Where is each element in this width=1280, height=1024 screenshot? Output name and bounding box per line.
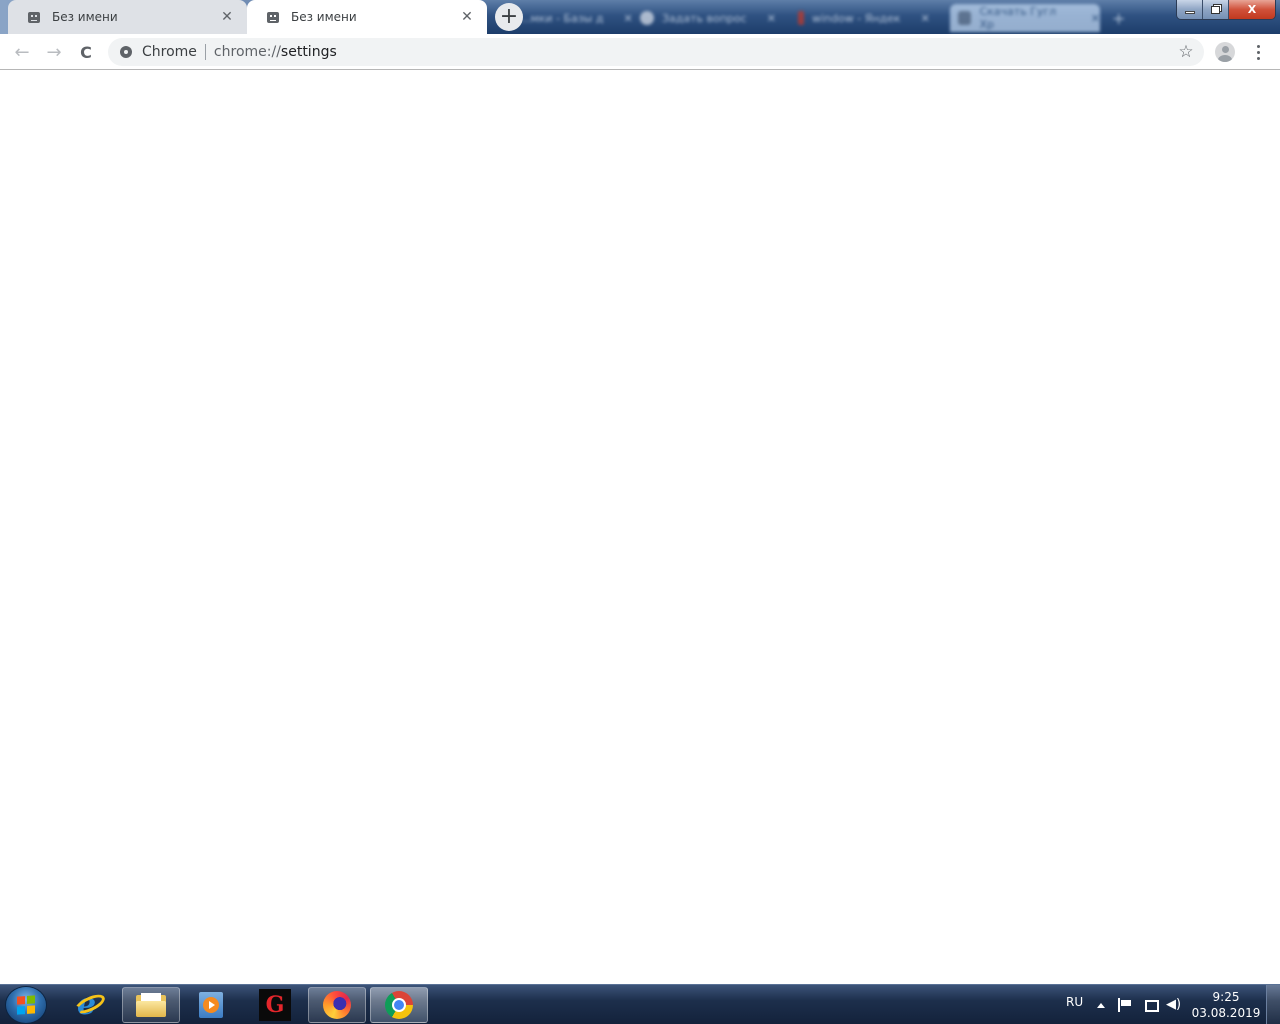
show-hidden-icons-button[interactable]	[1097, 1003, 1105, 1008]
browser-toolbar: ← → C Chrome chrome://settings ☆	[0, 34, 1280, 70]
network-icon[interactable]	[1143, 998, 1159, 1012]
taskbar-app-windows-explorer[interactable]	[122, 987, 180, 1023]
reload-button[interactable]: C	[72, 38, 100, 66]
url-host: settings	[280, 44, 337, 60]
menu-dot	[1256, 44, 1260, 48]
firefox-icon	[323, 991, 351, 1019]
url-scheme: chrome://	[213, 44, 281, 60]
favicon-icon	[640, 11, 654, 25]
close-icon: ✕	[623, 11, 633, 25]
taskbar: e G RU ◀) 9:25 03.08.2019	[0, 984, 1280, 1024]
tab-close-button[interactable]: ✕	[459, 9, 475, 25]
taskbar-app-media-player[interactable]	[182, 987, 240, 1023]
favicon-icon	[958, 11, 972, 25]
start-button[interactable]	[6, 987, 46, 1023]
folder-icon	[136, 993, 166, 1017]
background-window-tab[interactable]: ...мки - Базы д ✕	[520, 4, 633, 32]
tab-close-button[interactable]: ✕	[219, 9, 235, 25]
background-tab-title: window - Яндек	[812, 11, 901, 25]
menu-dot	[1256, 56, 1260, 60]
sad-face-icon	[267, 11, 279, 23]
media-player-icon	[199, 992, 223, 1018]
background-tab-title: Скачать Гугл Хр	[979, 5, 1057, 31]
close-window-button[interactable]: X	[1229, 0, 1275, 19]
tab-active[interactable]: Без имени ✕	[247, 0, 487, 34]
background-new-tab-icon: +	[1112, 8, 1126, 28]
system-clock[interactable]: 9:25 03.08.2019	[1190, 989, 1262, 1021]
volume-icon[interactable]: ◀)	[1166, 997, 1182, 1013]
address-bar[interactable]: Chrome chrome://settings ☆	[108, 38, 1204, 66]
language-indicator[interactable]: RU	[1066, 995, 1083, 1009]
taskbar-app-chrome[interactable]	[370, 987, 428, 1023]
taskbar-app-internet-explorer[interactable]: e	[60, 987, 118, 1023]
action-center-flag-icon[interactable]	[1118, 998, 1132, 1012]
garena-icon: G	[259, 989, 291, 1021]
profile-avatar-button[interactable]	[1215, 42, 1235, 62]
chrome-page-icon	[120, 46, 132, 58]
background-tab-title: Задать вопрос	[662, 11, 747, 25]
forward-button[interactable]: →	[40, 38, 68, 66]
background-tab-title: ...мки - Базы д	[520, 11, 604, 25]
clock-date: 03.08.2019	[1191, 1006, 1261, 1020]
chip-separator	[204, 44, 206, 60]
chrome-icon	[385, 991, 413, 1019]
security-chip[interactable]: Chrome	[142, 44, 197, 60]
window-controls: X	[1176, 0, 1276, 20]
tab-inactive[interactable]: Без имени ✕	[8, 0, 247, 34]
close-icon: ✕	[1090, 11, 1100, 25]
taskbar-app-garena[interactable]: G	[246, 987, 304, 1023]
windows-logo-icon	[17, 995, 35, 1015]
chrome-menu-button[interactable]	[1250, 42, 1266, 62]
sad-face-icon	[28, 11, 40, 23]
bookmark-star-button[interactable]: ☆	[1176, 42, 1196, 62]
background-window-tab[interactable]: Скачать Гугл Хр ✕	[950, 4, 1100, 32]
tab-strip: ...мки - Базы д ✕ Задать вопрос ✕ window…	[0, 0, 1280, 34]
restore-button[interactable]	[1203, 0, 1229, 19]
menu-dot	[1256, 50, 1260, 54]
minimize-icon	[1184, 11, 1195, 14]
restore-icon	[1211, 5, 1220, 14]
clock-time: 9:25	[1212, 990, 1240, 1004]
page-content	[0, 71, 1280, 984]
close-icon: ✕	[920, 11, 930, 25]
taskbar-app-firefox[interactable]	[308, 987, 366, 1023]
favicon-icon	[798, 11, 804, 25]
back-button[interactable]: ←	[8, 38, 36, 66]
new-tab-button[interactable]: +	[495, 3, 523, 31]
show-desktop-button[interactable]	[1266, 985, 1280, 1024]
minimize-button[interactable]	[1177, 0, 1203, 19]
background-window-tab[interactable]: Задать вопрос ✕	[640, 4, 776, 32]
internet-explorer-icon: e	[72, 987, 108, 1022]
background-window-tab[interactable]: window - Яндек ✕	[798, 4, 930, 32]
tab-title: Без имени	[291, 10, 357, 24]
tab-title: Без имени	[52, 10, 118, 24]
close-icon: ✕	[766, 11, 776, 25]
